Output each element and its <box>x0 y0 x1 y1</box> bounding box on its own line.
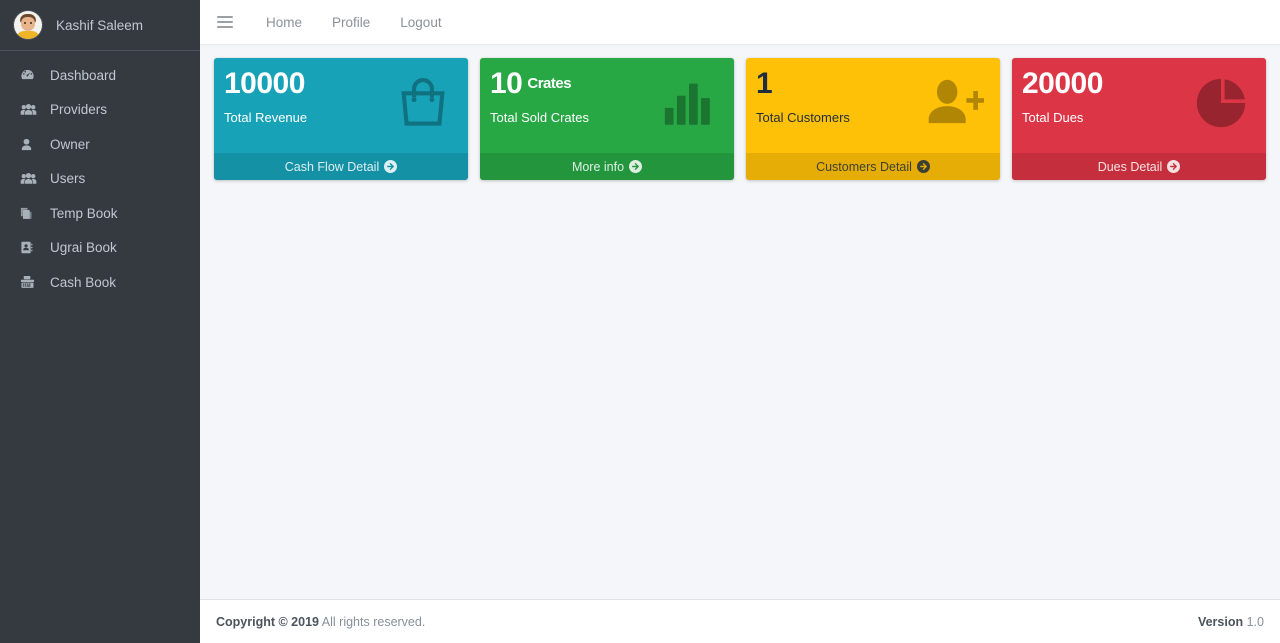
sidebar-nav: Dashboard Providers Owner Users Temp Boo… <box>0 51 200 300</box>
stat-card-body: 10000 Total Revenue <box>214 58 468 153</box>
copy-layers-icon <box>20 205 40 221</box>
shopping-bag-icon <box>388 68 458 138</box>
stat-card-number: 1 <box>756 67 773 100</box>
stat-card-link-more-info[interactable]: More info <box>480 153 734 180</box>
footer-copyright-rest: All rights reserved. <box>321 614 426 629</box>
sidebar-item-label: Providers <box>50 102 108 118</box>
sidebar-item-label: Temp Book <box>50 205 118 221</box>
stat-card-link-customers-detail[interactable]: Customers Detail <box>746 153 1000 180</box>
stat-card-link-cash-flow-detail[interactable]: Cash Flow Detail <box>214 153 468 180</box>
stat-card-unit: Crates <box>527 75 572 92</box>
nav-link-logout[interactable]: Logout <box>400 9 441 36</box>
stat-card-link-label: Dues Detail <box>1097 159 1163 174</box>
sidebar-item-label: Owner <box>50 136 90 152</box>
sidebar-item-dashboard[interactable]: Dashboard <box>0 58 200 93</box>
footer-version-value: 1.0 <box>1246 614 1264 629</box>
arrow-circle-right-icon <box>916 160 930 173</box>
tachometer-icon <box>20 67 40 83</box>
user-icon <box>20 136 40 152</box>
stat-card-total-customers: 1 Total Customers Customers Detail <box>746 58 1000 180</box>
nav-link-profile[interactable]: Profile <box>332 9 370 36</box>
footer-copyright: Copyright © 2019 All rights reserved. <box>216 615 425 629</box>
main-content: 10000 Total Revenue Cash Flow Detail 10 … <box>200 44 1280 599</box>
address-book-icon <box>20 240 40 256</box>
stat-card-link-label: Cash Flow Detail <box>284 159 380 174</box>
page-footer: Copyright © 2019 All rights reserved. Ve… <box>200 599 1280 643</box>
stat-card-body: 20000 Total Dues <box>1012 58 1266 153</box>
top-navbar: Home Profile Logout <box>200 0 1280 44</box>
sidebar: Kashif Saleem Dashboard Providers Owner … <box>0 0 200 643</box>
sidebar-item-users[interactable]: Users <box>0 162 200 197</box>
sidebar-item-providers[interactable]: Providers <box>0 93 200 128</box>
users-icon <box>20 102 40 118</box>
stat-cards-row: 10000 Total Revenue Cash Flow Detail 10 … <box>200 44 1280 180</box>
sidebar-item-label: Users <box>50 171 86 187</box>
cash-register-icon <box>20 274 40 290</box>
stat-card-total-dues: 20000 Total Dues Dues Detail <box>1012 58 1266 180</box>
stat-card-body: 10 Crates Total Sold Crates <box>480 58 734 153</box>
brand-name: Kashif Saleem <box>56 17 144 33</box>
arrow-circle-right-icon <box>1167 160 1181 173</box>
sidebar-item-owner[interactable]: Owner <box>0 127 200 162</box>
footer-version-label: Version <box>1197 614 1244 629</box>
footer-version: Version 1.0 <box>1198 615 1264 629</box>
stat-card-link-dues-detail[interactable]: Dues Detail <box>1012 153 1266 180</box>
stat-card-link-label: More info <box>571 159 625 174</box>
users-icon <box>20 171 40 187</box>
bar-chart-icon <box>654 68 724 138</box>
hamburger-icon[interactable] <box>217 16 233 28</box>
sidebar-item-label: Cash Book <box>50 274 117 290</box>
sidebar-item-label: Dashboard <box>50 67 117 83</box>
sidebar-item-temp-book[interactable]: Temp Book <box>0 196 200 231</box>
stat-card-number: 10 <box>490 67 523 100</box>
footer-copyright-strong: Copyright © 2019 <box>216 614 319 629</box>
nav-link-home[interactable]: Home <box>266 9 302 36</box>
avatar <box>14 11 42 39</box>
stat-card-link-label: Customers Detail <box>816 159 912 174</box>
arrow-circle-right-icon <box>629 160 643 173</box>
pie-chart-icon <box>1186 68 1256 138</box>
stat-card-number: 20000 <box>1022 67 1103 100</box>
stat-card-total-sold-crates: 10 Crates Total Sold Crates More info <box>480 58 734 180</box>
sidebar-item-ugrai-book[interactable]: Ugrai Book <box>0 231 200 266</box>
user-plus-icon <box>920 68 990 138</box>
sidebar-item-cash-book[interactable]: Cash Book <box>0 265 200 300</box>
stat-card-number: 10000 <box>224 67 305 100</box>
sidebar-brand[interactable]: Kashif Saleem <box>0 0 200 51</box>
arrow-circle-right-icon <box>384 160 398 173</box>
stat-card-total-revenue: 10000 Total Revenue Cash Flow Detail <box>214 58 468 180</box>
top-nav-links: Home Profile Logout <box>266 9 442 36</box>
sidebar-item-label: Ugrai Book <box>50 240 117 256</box>
stat-card-body: 1 Total Customers <box>746 58 1000 153</box>
